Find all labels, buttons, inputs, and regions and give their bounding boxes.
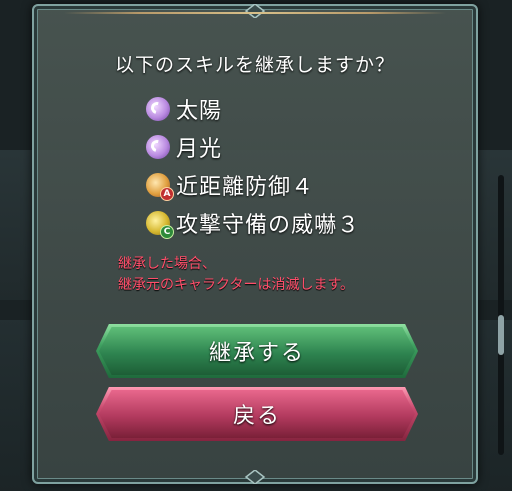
warning-text: 継承した場合、 継承元のキャラクターは消滅します。 bbox=[118, 254, 354, 296]
skill-name: 近距離防御４ bbox=[176, 175, 315, 200]
inherit-confirm-button[interactable]: 継承する bbox=[96, 324, 418, 378]
inherit-skill-dialog: 以下のスキルを継承しますか？ 太陽 月光 A 近距離防御４ C 攻撃守備の威嚇３… bbox=[32, 4, 478, 484]
inherit-confirm-label: 継承する bbox=[208, 341, 305, 366]
back-label: 戻る bbox=[232, 404, 281, 429]
slot-c-badge: C bbox=[160, 225, 174, 239]
skill-list: 太陽 月光 A 近距離防御４ C 攻撃守備の威嚇３ bbox=[146, 90, 360, 242]
special-skill-icon bbox=[146, 97, 170, 121]
back-button[interactable]: 戻る bbox=[96, 387, 418, 441]
skill-name: 攻撃守備の威嚇３ bbox=[176, 213, 361, 238]
warning-line: 継承元のキャラクターは消滅します。 bbox=[118, 277, 355, 293]
skill-name: 月光 bbox=[176, 137, 223, 162]
special-skill-icon bbox=[146, 135, 170, 159]
skill-item: C 攻撃守備の威嚇３ bbox=[146, 204, 360, 242]
skill-name: 太陽 bbox=[176, 99, 223, 124]
slot-a-badge: A bbox=[160, 187, 174, 201]
a-skill-icon: A bbox=[146, 173, 174, 201]
ornament-icon bbox=[244, 4, 266, 18]
top-ornament-bar bbox=[64, 12, 446, 14]
ornament-icon bbox=[244, 470, 266, 484]
skill-item: 月光 bbox=[146, 128, 360, 166]
warning-line: 継承した場合、 bbox=[118, 256, 216, 272]
dialog-question: 以下のスキルを継承しますか？ bbox=[114, 54, 395, 76]
background-scroll-thumb bbox=[498, 315, 504, 355]
skill-item: 太陽 bbox=[146, 90, 360, 128]
skill-item: A 近距離防御４ bbox=[146, 166, 360, 204]
c-skill-icon: C bbox=[146, 211, 174, 239]
